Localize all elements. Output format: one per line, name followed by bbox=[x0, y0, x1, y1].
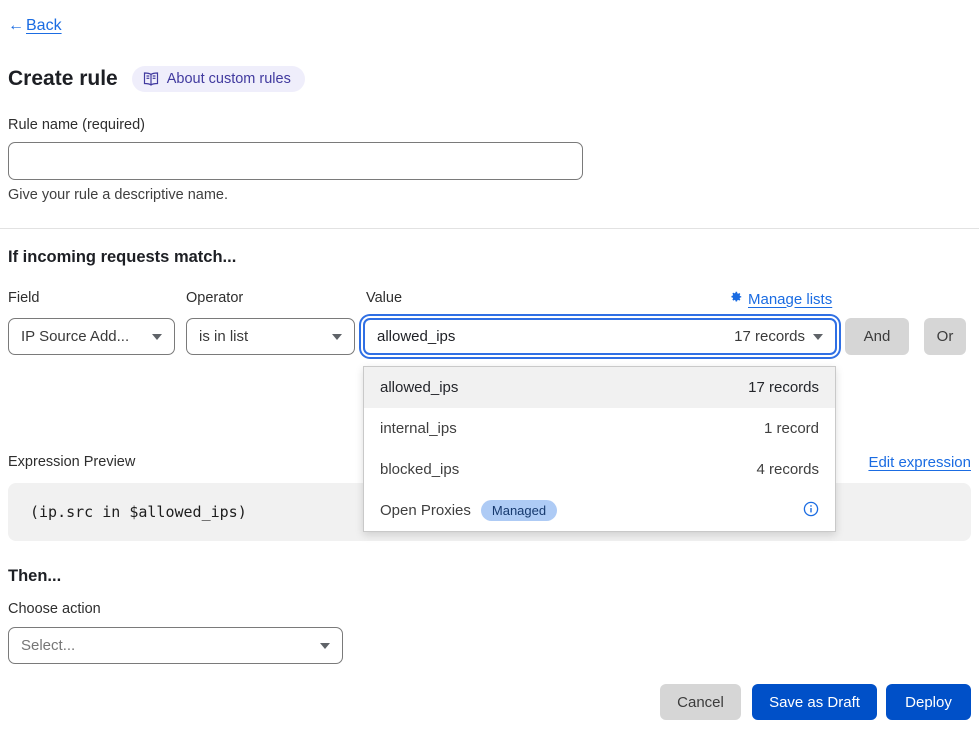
manage-lists-link[interactable]: Manage lists bbox=[729, 290, 838, 308]
list-item-name: Open Proxies bbox=[380, 502, 471, 519]
action-select[interactable]: Select... bbox=[8, 627, 343, 664]
about-badge-label: About custom rules bbox=[167, 71, 291, 87]
or-button[interactable]: Or bbox=[924, 318, 966, 355]
operator-select[interactable]: is in list bbox=[186, 318, 355, 355]
list-dropdown-panel: allowed_ips 17 records internal_ips 1 re… bbox=[363, 366, 836, 532]
operator-select-value: is in list bbox=[199, 328, 248, 345]
rule-name-label: Rule name (required) bbox=[8, 117, 145, 133]
list-item-allowed-ips[interactable]: allowed_ips 17 records bbox=[364, 367, 835, 408]
field-select[interactable]: IP Source Add... bbox=[8, 318, 175, 355]
chevron-down-icon bbox=[320, 643, 330, 649]
list-item-name: blocked_ips bbox=[380, 461, 459, 478]
operator-label: Operator bbox=[186, 290, 243, 306]
value-select[interactable]: allowed_ips 17 records bbox=[363, 318, 837, 355]
cancel-button[interactable]: Cancel bbox=[660, 684, 741, 720]
and-button[interactable]: And bbox=[845, 318, 909, 355]
manage-lists-label: Manage lists bbox=[748, 291, 832, 308]
title-row: Create rule About custom rules bbox=[8, 66, 305, 92]
book-icon bbox=[143, 72, 159, 86]
choose-action-label: Choose action bbox=[8, 601, 101, 617]
list-item-meta: 1 record bbox=[764, 420, 819, 437]
page-title: Create rule bbox=[8, 67, 118, 91]
list-item-name: internal_ips bbox=[380, 420, 457, 437]
info-icon[interactable] bbox=[803, 501, 819, 521]
list-item-name: allowed_ips bbox=[380, 379, 458, 396]
expression-preview-label: Expression Preview bbox=[8, 454, 135, 470]
list-item-meta: 17 records bbox=[748, 379, 819, 396]
chevron-down-icon bbox=[813, 334, 823, 340]
edit-expression-link[interactable]: Edit expression bbox=[868, 454, 971, 471]
match-section-heading: If incoming requests match... bbox=[8, 248, 236, 267]
list-item-open-proxies[interactable]: Open Proxies Managed bbox=[364, 490, 835, 531]
rule-name-input[interactable] bbox=[8, 142, 583, 180]
deploy-button[interactable]: Deploy bbox=[886, 684, 971, 720]
then-section-heading: Then... bbox=[8, 567, 61, 586]
save-as-draft-button[interactable]: Save as Draft bbox=[752, 684, 877, 720]
list-item-meta: 4 records bbox=[756, 461, 819, 478]
gear-icon bbox=[729, 290, 743, 308]
chevron-down-icon bbox=[152, 334, 162, 340]
value-select-records: 17 records bbox=[734, 328, 805, 345]
value-select-value: allowed_ips bbox=[377, 328, 455, 345]
expression-code-text: (ip.src in $allowed_ips) bbox=[30, 503, 247, 521]
managed-badge: Managed bbox=[481, 500, 557, 521]
list-item-internal-ips[interactable]: internal_ips 1 record bbox=[364, 408, 835, 449]
arrow-left-icon: ← bbox=[8, 17, 24, 35]
chevron-down-icon bbox=[332, 334, 342, 340]
value-label: Value bbox=[366, 290, 402, 306]
back-label: Back bbox=[26, 17, 62, 35]
rule-name-helper: Give your rule a descriptive name. bbox=[8, 187, 228, 203]
list-item-blocked-ips[interactable]: blocked_ips 4 records bbox=[364, 449, 835, 490]
back-link[interactable]: ← Back bbox=[8, 17, 62, 35]
action-select-placeholder: Select... bbox=[21, 637, 75, 654]
about-custom-rules-link[interactable]: About custom rules bbox=[132, 66, 305, 92]
field-select-value: IP Source Add... bbox=[21, 328, 129, 345]
field-label: Field bbox=[8, 290, 39, 306]
create-rule-page: ← Back Create rule About custom rules Ru… bbox=[0, 0, 979, 739]
section-divider bbox=[0, 228, 979, 229]
